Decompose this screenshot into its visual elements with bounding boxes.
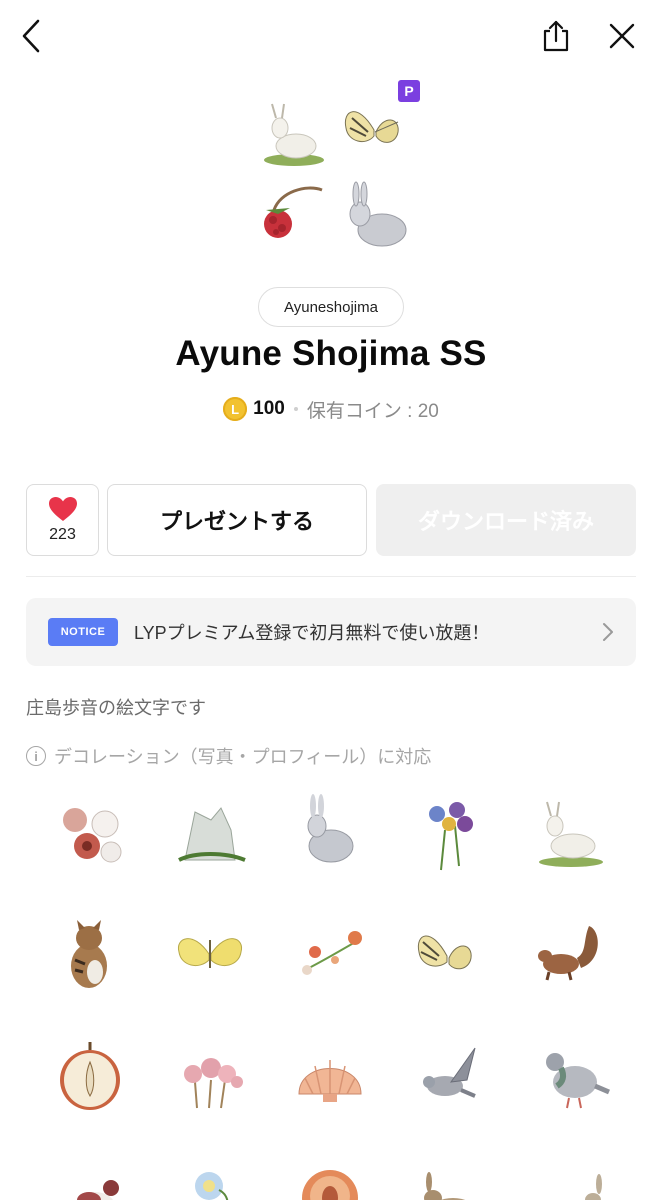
yellow-butterfly-emoji[interactable] xyxy=(165,910,255,1000)
rabbit-sticker xyxy=(338,180,414,256)
owned-coins: 保有コイン : 20 xyxy=(306,400,439,422)
like-count: 223 xyxy=(49,526,76,543)
notice-text: LYPプレミアム登録で初月無料で使い放題！ xyxy=(134,623,490,643)
peach-emoji[interactable] xyxy=(285,1150,375,1200)
apple-emoji[interactable] xyxy=(45,1030,135,1120)
blue-flower-emoji[interactable] xyxy=(165,1150,255,1200)
package-title: Ayune Shojima SS xyxy=(175,334,487,373)
back-button[interactable] xyxy=(10,14,54,58)
share-icon xyxy=(543,20,569,52)
info-icon: i xyxy=(26,746,46,766)
goat-emoji[interactable] xyxy=(525,790,615,880)
author-link[interactable]: Ayuneshojima xyxy=(258,287,404,327)
share-button[interactable] xyxy=(534,14,578,58)
rabbit-emoji[interactable] xyxy=(285,790,375,880)
white-goat-sticker xyxy=(256,98,332,174)
red-bird-emoji[interactable] xyxy=(45,1150,135,1200)
premium-badge: P xyxy=(398,80,420,102)
raspberry-sticker xyxy=(256,180,332,256)
doves-emoji[interactable] xyxy=(165,790,255,880)
pigeon-emoji[interactable] xyxy=(525,1030,615,1120)
like-button[interactable]: 223 xyxy=(26,484,99,556)
pansy-emoji[interactable] xyxy=(405,790,495,880)
decoration-text: デコレーション（写真・プロフィール）に対応 xyxy=(54,747,432,767)
action-buttons: 223 プレゼントする ダウンロード済み xyxy=(26,484,636,556)
squirrel-emoji[interactable] xyxy=(525,910,615,1000)
heart-icon xyxy=(48,497,77,521)
chevron-right-icon xyxy=(603,623,613,641)
top-bar xyxy=(0,0,662,72)
hare-emoji[interactable] xyxy=(405,1150,495,1200)
package-description: 庄島歩音の絵文字です xyxy=(26,698,206,718)
pigeon-flying-emoji[interactable] xyxy=(405,1030,495,1120)
close-icon xyxy=(609,23,635,49)
decoration-support: i デコレーション（写真・プロフィール）に対応 xyxy=(26,743,431,769)
shell-emoji[interactable] xyxy=(285,1030,375,1120)
cat-emoji[interactable] xyxy=(45,910,135,1000)
flowers-emoji[interactable] xyxy=(45,790,135,880)
pink-flowers-emoji[interactable] xyxy=(165,1030,255,1120)
notice-badge: NOTICE xyxy=(48,618,118,646)
price-amount: 100 xyxy=(253,398,285,419)
present-button[interactable]: プレゼントする xyxy=(107,484,367,556)
close-button[interactable] xyxy=(600,14,644,58)
line-coin-icon: L xyxy=(223,397,248,421)
hare-running-emoji[interactable] xyxy=(525,1150,615,1200)
butterfly-sticker xyxy=(338,92,414,168)
price-row: L 100 保有コイン : 20 xyxy=(0,396,662,422)
download-button[interactable]: ダウンロード済み xyxy=(376,484,636,556)
notice-banner[interactable]: NOTICE LYPプレミアム登録で初月無料で使い放題！ xyxy=(26,598,636,666)
divider xyxy=(26,576,636,577)
flower-sprig-emoji[interactable] xyxy=(285,910,375,1000)
chevron-left-icon xyxy=(22,19,40,53)
package-hero-image xyxy=(250,88,420,258)
swallowtail-emoji[interactable] xyxy=(405,910,495,1000)
separator-dot xyxy=(293,407,298,411)
